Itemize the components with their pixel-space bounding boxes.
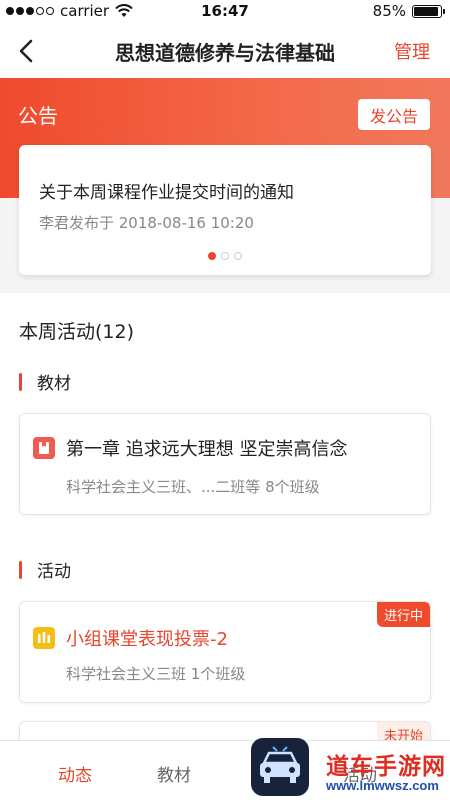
textbook-card-subtitle: 科学社会主义三班、...二班等 8个班级	[66, 478, 320, 496]
announcement-card[interactable]: 关于本周课程作业提交时间的通知 李君发布于 2018-08-16 10:20	[19, 145, 431, 275]
activity-section-label: 活动	[37, 562, 71, 582]
battery-fill	[414, 6, 438, 16]
chevron-left-icon	[19, 39, 33, 63]
activity-card-title: 小组课堂表现投票-2	[66, 629, 228, 650]
battery-icon	[412, 4, 445, 18]
activity-section-header: 活动	[19, 557, 71, 582]
activity-card-subtitle: 科学社会主义三班 1个班级	[66, 665, 246, 683]
pager-dot[interactable]	[234, 252, 242, 260]
pager-dot[interactable]	[221, 252, 229, 260]
section-marker	[19, 560, 22, 579]
status-badge: 进行中	[376, 602, 430, 627]
vote-icon	[33, 627, 55, 649]
activities-panel: 本周活动(12) 教材 第一章 追求远大理想 坚定崇高信念 科学社会主义三班、.…	[0, 293, 450, 781]
page-title: 思想道德修养与法律基础	[115, 41, 335, 65]
announcement-meta: 李君发布于 2018-08-16 10:20	[39, 214, 254, 232]
textbook-card-title: 第一章 追求远大理想 坚定崇高信念	[66, 439, 348, 460]
back-button[interactable]	[12, 36, 42, 66]
tab-feed[interactable]: 动态	[58, 761, 92, 786]
battery-percent: 85%	[372, 2, 406, 20]
watermark-name: 道车手游网	[326, 754, 446, 780]
post-announcement-button[interactable]: 发公告	[358, 99, 430, 130]
section-marker	[19, 372, 22, 391]
week-activities-title: 本周活动(12)	[19, 321, 135, 343]
watermark-url: www.lmwwsz.com	[326, 778, 439, 793]
textbook-card[interactable]: 第一章 追求远大理想 坚定崇高信念 科学社会主义三班、...二班等 8个班级	[19, 413, 431, 515]
status-bar: carrier 16:47 85%	[0, 0, 450, 24]
watermark-logo-icon	[251, 738, 309, 796]
navbar: 思想道德修养与法律基础 管理	[0, 24, 450, 78]
book-icon	[33, 437, 55, 459]
textbook-section-label: 教材	[37, 374, 71, 394]
status-right: 85%	[372, 2, 445, 20]
watermark: 道车手游网 www.lmwwsz.com	[245, 738, 450, 800]
announcement-section-title: 公告	[18, 104, 58, 128]
textbook-section-header: 教材	[19, 369, 71, 394]
pager-dot[interactable]	[208, 252, 216, 260]
activity-card[interactable]: 小组课堂表现投票-2 科学社会主义三班 1个班级 进行中	[19, 601, 431, 703]
manage-button[interactable]: 管理	[394, 38, 430, 64]
tab-textbook[interactable]: 教材	[157, 761, 191, 786]
carousel-pager	[19, 252, 431, 260]
announcement-headline: 关于本周课程作业提交时间的通知	[39, 183, 294, 203]
